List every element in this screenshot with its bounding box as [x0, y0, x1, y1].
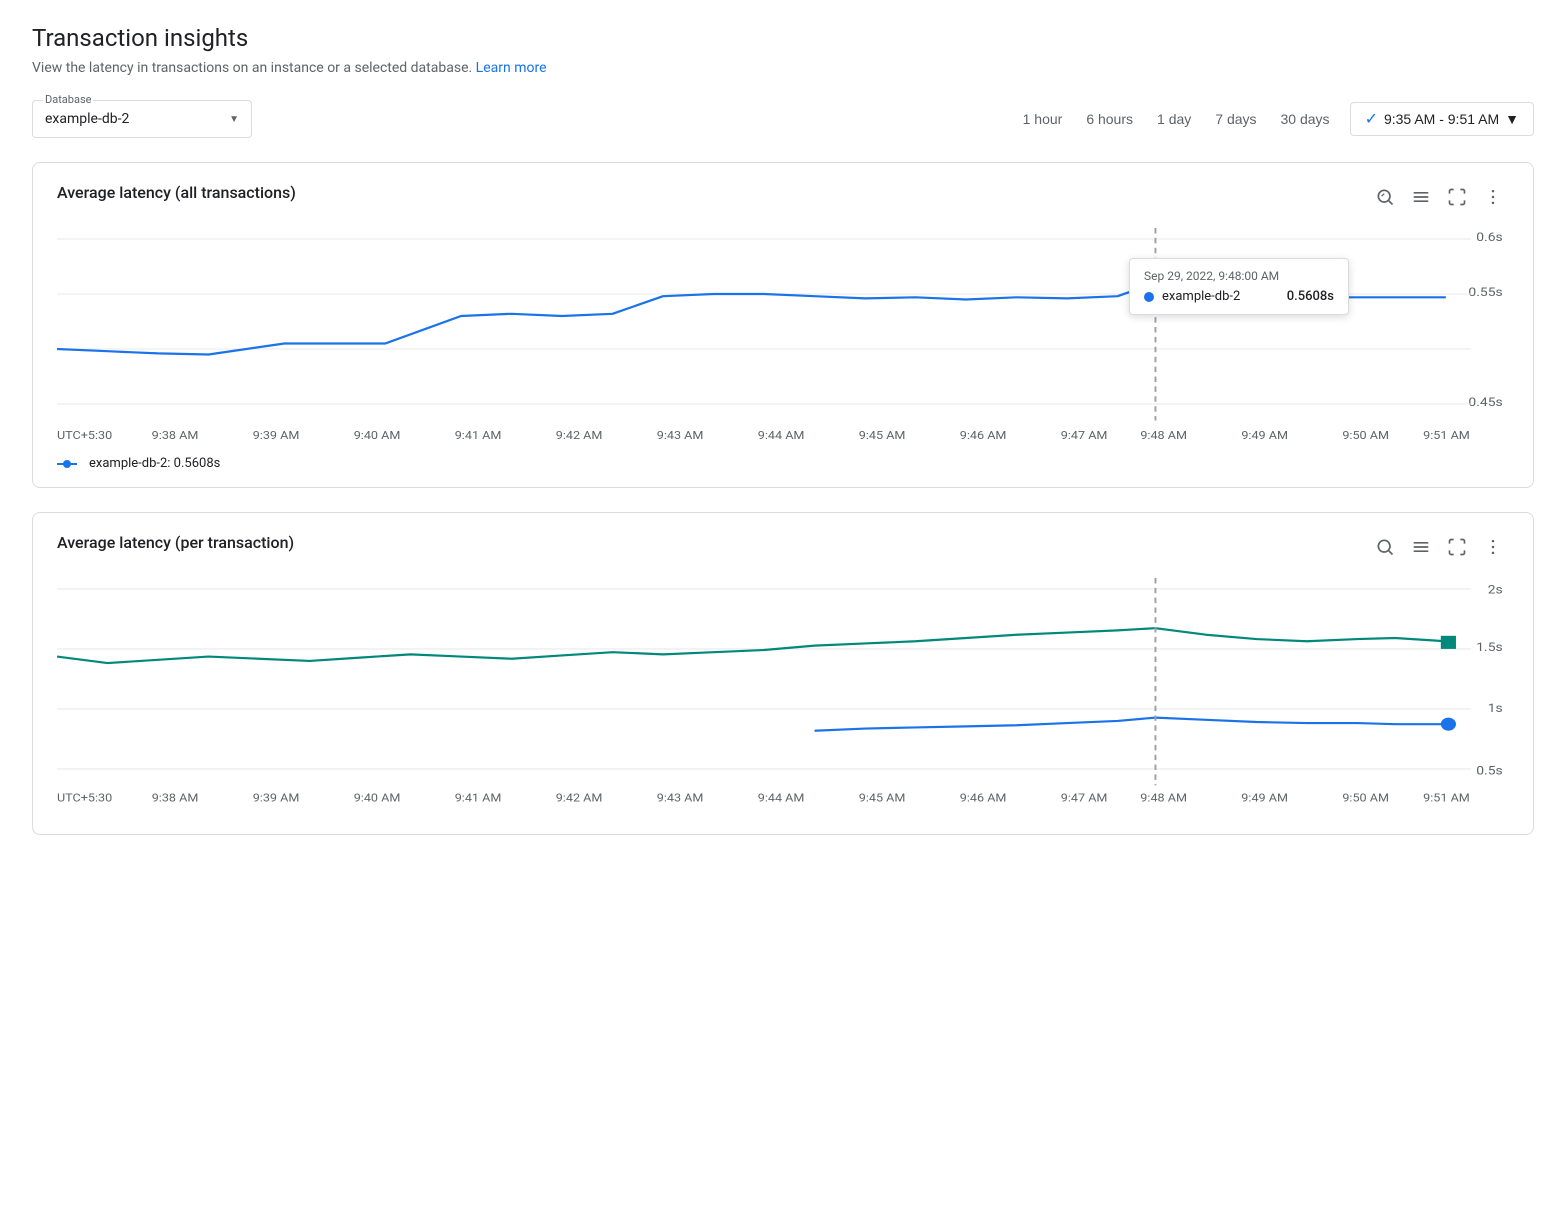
chart1-svg: 0.6s 0.55s 0.45s UTC+5:30 9:38 AM 9:39 A… [57, 228, 1509, 448]
chart2-header: Average latency (per transaction) [57, 533, 1509, 566]
svg-text:9:45 AM: 9:45 AM [859, 429, 906, 442]
svg-text:9:48 AM: 9:48 AM [1140, 791, 1187, 804]
dropdown-icon: ▼ [229, 114, 239, 125]
chart1-area: 0.6s 0.55s 0.45s UTC+5:30 9:38 AM 9:39 A… [57, 228, 1509, 448]
chart2-area: 2s 1.5s 1s 0.5s UTC+5:30 9:38 AM 9:39 AM… [57, 578, 1509, 818]
svg-text:9:43 AM: 9:43 AM [657, 791, 704, 804]
svg-text:9:47 AM: 9:47 AM [1061, 429, 1108, 442]
svg-text:9:51 AM: 9:51 AM [1423, 791, 1470, 804]
svg-text:9:45 AM: 9:45 AM [859, 791, 906, 804]
time-controls: 1 hour 6 hours 1 day 7 days 30 days ✓ 9:… [1019, 102, 1534, 136]
range-dropdown-icon: ▼ [1505, 111, 1519, 127]
svg-text:9:39 AM: 9:39 AM [253, 791, 300, 804]
page-subtitle: View the latency in transactions on an i… [32, 60, 1534, 76]
svg-text:9:44 AM: 9:44 AM [758, 429, 805, 442]
svg-text:0.55s: 0.55s [1468, 286, 1503, 300]
chart1-card: Average latency (all transactions) [32, 162, 1534, 488]
svg-text:9:49 AM: 9:49 AM [1241, 791, 1288, 804]
svg-text:9:50 AM: 9:50 AM [1342, 791, 1389, 804]
svg-text:2s: 2s [1488, 583, 1503, 597]
chart2-more-icon[interactable] [1477, 533, 1509, 566]
svg-text:9:41 AM: 9:41 AM [455, 429, 502, 442]
legend-line-icon [57, 458, 81, 470]
svg-text:9:42 AM: 9:42 AM [556, 791, 603, 804]
learn-more-link[interactable]: Learn more [476, 60, 547, 76]
time-btn-30days[interactable]: 30 days [1277, 107, 1334, 131]
svg-text:9:50 AM: 9:50 AM [1342, 429, 1389, 442]
chart1-search-icon[interactable] [1369, 183, 1401, 216]
svg-text:0.6s: 0.6s [1476, 231, 1503, 245]
chart2-search-icon[interactable] [1369, 533, 1401, 566]
database-selector[interactable]: Database example-db-2 ▼ [32, 100, 252, 138]
svg-text:9:48 AM: 9:48 AM [1140, 429, 1187, 442]
time-range-value: 9:35 AM - 9:51 AM [1384, 111, 1499, 127]
chart1-icons [1369, 183, 1509, 216]
svg-text:9:47 AM: 9:47 AM [1061, 791, 1108, 804]
svg-text:9:43 AM: 9:43 AM [657, 429, 704, 442]
svg-text:1.5s: 1.5s [1476, 641, 1503, 655]
chart1-fullscreen-icon[interactable] [1441, 183, 1473, 216]
controls-row: Database example-db-2 ▼ 1 hour 6 hours 1… [32, 100, 1534, 138]
svg-text:UTC+5:30: UTC+5:30 [57, 791, 112, 804]
chart2-icons [1369, 533, 1509, 566]
database-value[interactable]: example-db-2 ▼ [45, 105, 239, 133]
time-btn-6hours[interactable]: 6 hours [1082, 107, 1137, 131]
chart1-title: Average latency (all transactions) [57, 183, 296, 202]
time-btn-1day[interactable]: 1 day [1153, 107, 1195, 131]
svg-text:9:49 AM: 9:49 AM [1241, 429, 1288, 442]
chart2-title: Average latency (per transaction) [57, 533, 294, 552]
chart2-svg: 2s 1.5s 1s 0.5s UTC+5:30 9:38 AM 9:39 AM… [57, 578, 1509, 818]
svg-text:9:46 AM: 9:46 AM [960, 429, 1007, 442]
check-icon: ✓ [1365, 109, 1378, 129]
svg-text:0.5s: 0.5s [1476, 764, 1503, 778]
time-btn-7days[interactable]: 7 days [1211, 107, 1260, 131]
time-range-button[interactable]: ✓ 9:35 AM - 9:51 AM ▼ [1350, 102, 1534, 136]
chart1-header: Average latency (all transactions) [57, 183, 1509, 216]
page-title: Transaction insights [32, 24, 1534, 52]
svg-text:0.45s: 0.45s [1468, 396, 1503, 410]
chart2-card: Average latency (per transaction) [32, 512, 1534, 835]
svg-text:9:44 AM: 9:44 AM [758, 791, 805, 804]
chart2-fullscreen-icon[interactable] [1441, 533, 1473, 566]
svg-text:9:42 AM: 9:42 AM [556, 429, 603, 442]
svg-text:9:46 AM: 9:46 AM [960, 791, 1007, 804]
svg-text:9:40 AM: 9:40 AM [354, 791, 401, 804]
chart1-more-icon[interactable] [1477, 183, 1509, 216]
svg-text:9:38 AM: 9:38 AM [152, 429, 199, 442]
chart2-legend-icon[interactable] [1405, 533, 1437, 566]
chart1-legend-text: example-db-2: 0.5608s [89, 456, 220, 471]
svg-text:9:40 AM: 9:40 AM [354, 429, 401, 442]
database-label: Database [43, 93, 93, 106]
svg-text:9:38 AM: 9:38 AM [152, 791, 199, 804]
svg-text:9:41 AM: 9:41 AM [455, 791, 502, 804]
svg-text:9:51 AM: 9:51 AM [1423, 429, 1470, 442]
svg-text:9:39 AM: 9:39 AM [253, 429, 300, 442]
chart1-legend: example-db-2: 0.5608s [57, 456, 1509, 471]
time-btn-1hour[interactable]: 1 hour [1019, 107, 1067, 131]
svg-text:UTC+5:30: UTC+5:30 [57, 429, 112, 442]
svg-text:1s: 1s [1488, 702, 1503, 716]
chart1-legend-icon[interactable] [1405, 183, 1437, 216]
